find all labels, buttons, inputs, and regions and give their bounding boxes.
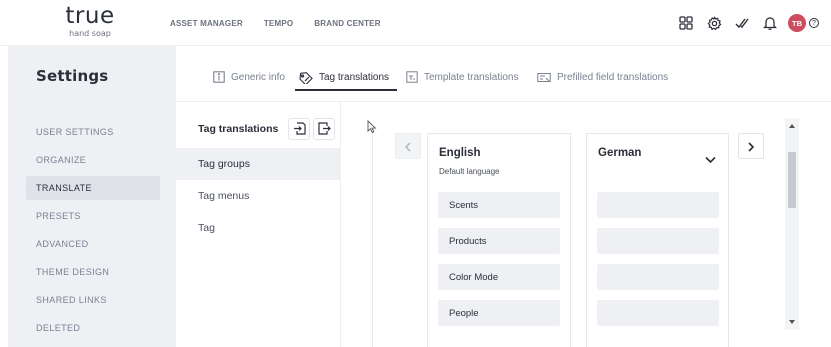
info-icon <box>213 71 225 83</box>
scroll-up-arrow-icon[interactable] <box>789 124 795 128</box>
translation-input[interactable] <box>597 192 719 218</box>
sidebar-item-translate[interactable]: TRANSLATE <box>26 176 160 200</box>
top-navigation-bar: true hand soap ASSET MANAGER TEMPO BRAND… <box>0 0 831 46</box>
top-nav-links: ASSET MANAGER TEMPO BRAND CENTER <box>170 19 402 28</box>
tab-prefilled-field-translations[interactable]: Prefilled field translations <box>537 66 668 88</box>
target-language-name: German <box>598 147 642 159</box>
import-icon <box>293 120 306 139</box>
tag-icon <box>297 71 313 84</box>
double-check-icon[interactable] <box>732 13 752 33</box>
sublist-item-tag-groups[interactable]: Tag groups <box>176 148 341 180</box>
tab-label: Generic info <box>231 71 285 83</box>
default-language-label: Default language <box>439 167 500 176</box>
translation-input[interactable] <box>597 264 719 290</box>
chevron-down-icon <box>705 149 716 168</box>
help-icon[interactable]: ? <box>809 18 819 28</box>
previous-language-button[interactable] <box>395 133 421 159</box>
export-icon <box>317 120 331 139</box>
sublist-item-tag[interactable]: Tag <box>176 212 341 244</box>
template-icon <box>406 71 418 83</box>
source-tag-cell: Color Mode <box>438 264 560 290</box>
tab-label: Template translations <box>424 71 519 83</box>
sidebar-item-theme-design[interactable]: THEME DESIGN <box>26 260 160 284</box>
gear-icon[interactable] <box>704 13 724 33</box>
tab-template-translations[interactable]: Template translations <box>406 66 519 88</box>
brand-tagline: hand soap <box>69 29 111 38</box>
sublist-item-tag-menus[interactable]: Tag menus <box>176 180 341 212</box>
sidebar-item-shared-links[interactable]: SHARED LINKS <box>26 288 160 312</box>
active-tab-indicator <box>295 89 397 91</box>
sidebar-item-advanced[interactable]: ADVANCED <box>26 232 160 256</box>
sublist-heading: Tag translations <box>198 123 279 135</box>
export-button[interactable] <box>313 118 335 140</box>
target-language-column: German <box>586 133 729 347</box>
brand-logo[interactable]: true hand soap <box>55 4 125 39</box>
settings-sidebar: Settings USER SETTINGS ORGANIZE TRANSLAT… <box>8 46 176 347</box>
source-language-name: English <box>439 147 481 159</box>
target-language-select[interactable]: German <box>587 134 729 174</box>
brand-name: true <box>65 3 115 29</box>
tab-label: Prefilled field translations <box>557 71 669 83</box>
field-icon <box>537 72 551 83</box>
tab-generic-info[interactable]: Generic info <box>213 66 285 88</box>
scroll-down-arrow-icon[interactable] <box>789 320 795 324</box>
chevron-left-icon <box>404 137 412 156</box>
translation-input[interactable] <box>597 300 719 326</box>
tag-translations-list: Tag translations Tag groups Tag menus Ta… <box>176 102 341 347</box>
translation-tabs: Generic info Tag translations Template t… <box>176 46 831 102</box>
apps-grid-icon[interactable] <box>676 13 696 33</box>
sidebar-item-user-settings[interactable]: USER SETTINGS <box>26 120 160 144</box>
page-title: Settings <box>36 67 109 85</box>
panel-divider <box>372 133 373 347</box>
tab-tag-translations[interactable]: Tag translations <box>297 66 389 88</box>
chevron-right-icon <box>747 137 755 156</box>
import-button[interactable] <box>288 118 310 140</box>
source-tag-cell: Scents <box>438 192 560 218</box>
scrollbar-thumb[interactable] <box>788 152 796 208</box>
user-avatar[interactable]: TB <box>788 14 806 32</box>
top-nav-icons: TB ? <box>676 13 819 33</box>
source-tag-cell: People <box>438 300 560 326</box>
nav-link-tempo[interactable]: TEMPO <box>264 19 293 28</box>
translation-input[interactable] <box>597 228 719 254</box>
sidebar-item-organize[interactable]: ORGANIZE <box>26 148 160 172</box>
nav-link-brand-center[interactable]: BRAND CENTER <box>314 19 380 28</box>
next-language-button[interactable] <box>738 133 764 159</box>
source-tag-cell: Products <box>438 228 560 254</box>
nav-link-asset-manager[interactable]: ASSET MANAGER <box>170 19 243 28</box>
vertical-scrollbar[interactable] <box>785 118 799 330</box>
tab-label: Tag translations <box>319 71 390 83</box>
sidebar-item-deleted[interactable]: DELETED <box>26 316 160 340</box>
bell-icon[interactable] <box>760 13 780 33</box>
source-language-column: English Default language Scents Products… <box>427 133 571 347</box>
sidebar-item-presets[interactable]: PRESETS <box>26 204 160 228</box>
